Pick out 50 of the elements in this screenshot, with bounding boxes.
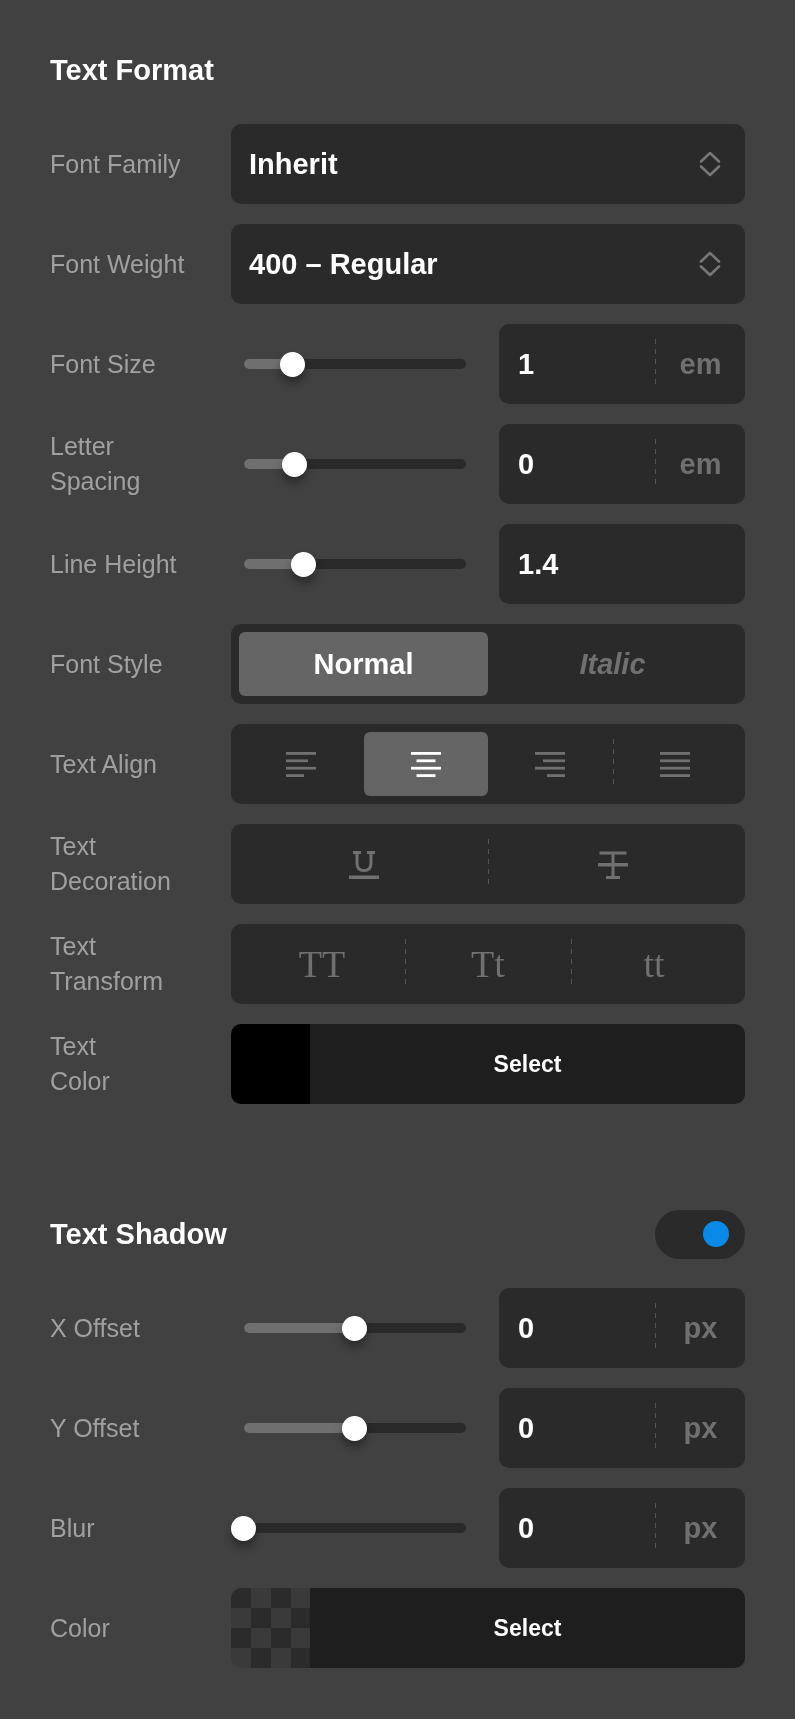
slider-thumb[interactable] <box>342 1415 367 1441</box>
field-label: Font Style <box>50 648 163 680</box>
field-label: Text Decoration <box>50 831 171 897</box>
slider-thumb[interactable] <box>342 1315 367 1341</box>
number-field[interactable]: 0 em <box>499 424 745 504</box>
align-left-icon <box>286 751 317 777</box>
field-label: Text Align <box>50 748 157 780</box>
strikethrough-icon <box>597 851 628 879</box>
unit-label: em <box>678 347 723 381</box>
field-label: Line Height <box>50 548 177 580</box>
underline-icon <box>348 851 379 879</box>
slider-thumb[interactable] <box>290 551 316 577</box>
segment-button[interactable]: Normal <box>239 632 488 696</box>
chevron-up-down-icon <box>699 251 721 277</box>
dropdown[interactable]: 400 – Regular <box>231 224 745 304</box>
field-label: Color <box>50 1612 110 1644</box>
unit-label: px <box>682 1411 719 1445</box>
slider-thumb[interactable] <box>282 451 308 477</box>
field-label: Letter Spacing <box>50 431 141 497</box>
transparency-swatch[interactable] <box>231 1588 310 1668</box>
field-label: Y Offset <box>50 1412 140 1444</box>
segment-button[interactable] <box>363 732 488 796</box>
number-field[interactable]: 0 px <box>499 1488 745 1568</box>
align-justify-icon <box>659 751 690 777</box>
field-label: Text Transform <box>50 931 163 997</box>
unit-label: em <box>678 447 723 481</box>
dropdown[interactable]: Inherit <box>231 124 745 204</box>
section-title: Text Shadow <box>50 1216 227 1252</box>
field-label: Font Size <box>50 348 156 380</box>
align-center-icon <box>410 751 441 777</box>
field-label: Font Family <box>50 148 181 180</box>
unit-label: px <box>682 1511 719 1545</box>
select-button[interactable]: Select <box>310 1024 745 1104</box>
number-field[interactable]: 0 px <box>499 1288 745 1368</box>
number-field[interactable]: 1 em <box>499 324 745 404</box>
align-right-icon <box>535 751 566 777</box>
unit-label: px <box>682 1311 719 1345</box>
number-field[interactable]: 1.4 <box>499 524 745 604</box>
toggle-switch[interactable] <box>655 1209 745 1259</box>
field-label: Font Weight <box>50 248 185 280</box>
chevron-up-down-icon <box>699 151 721 177</box>
slider-thumb[interactable] <box>231 1515 256 1541</box>
select-button[interactable]: Select <box>310 1588 745 1668</box>
slider-thumb[interactable] <box>279 351 305 377</box>
field-label: X Offset <box>50 1312 140 1344</box>
number-field[interactable]: 0 px <box>499 1388 745 1468</box>
field-label: Blur <box>50 1512 95 1544</box>
color-swatch[interactable] <box>231 1024 310 1104</box>
field-label: Text Color <box>50 1031 110 1097</box>
section-title: Text Format <box>50 52 214 88</box>
